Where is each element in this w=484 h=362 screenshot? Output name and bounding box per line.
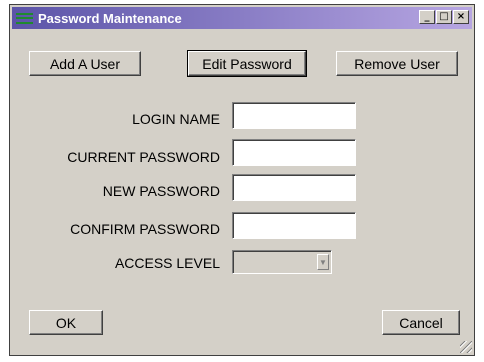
current-password-input[interactable] (232, 139, 356, 166)
title-bar[interactable]: Password Maintenance _ □ × (12, 7, 472, 29)
window-title: Password Maintenance (38, 10, 182, 26)
access-level-select[interactable]: ▼ (232, 250, 332, 274)
resize-grip-icon[interactable] (460, 341, 472, 353)
new-password-input[interactable] (232, 174, 356, 201)
login-name-input[interactable] (232, 102, 356, 129)
close-icon[interactable]: × (453, 10, 469, 24)
window-controls: _ □ × (419, 10, 469, 24)
add-user-button[interactable]: Add A User (29, 51, 141, 76)
chevron-down-icon[interactable]: ▼ (317, 254, 329, 270)
maximize-icon[interactable]: □ (436, 10, 452, 24)
login-name-label: LOGIN NAME (132, 111, 220, 127)
password-maintenance-window: Password Maintenance _ □ × Add A User Ed… (9, 4, 475, 356)
cancel-button[interactable]: Cancel (382, 310, 460, 335)
app-icon (16, 12, 33, 24)
minimize-icon[interactable]: _ (419, 10, 435, 24)
access-level-label: ACCESS LEVEL (114, 255, 220, 271)
new-password-label: NEW PASSWORD (102, 183, 220, 199)
ok-button[interactable]: OK (29, 310, 103, 335)
remove-user-button[interactable]: Remove User (336, 51, 458, 76)
edit-password-button[interactable]: Edit Password (187, 50, 307, 77)
current-password-label: CURRENT PASSWORD (67, 149, 220, 165)
confirm-password-input[interactable] (232, 212, 356, 239)
confirm-password-label: CONFIRM PASSWORD (70, 221, 220, 237)
